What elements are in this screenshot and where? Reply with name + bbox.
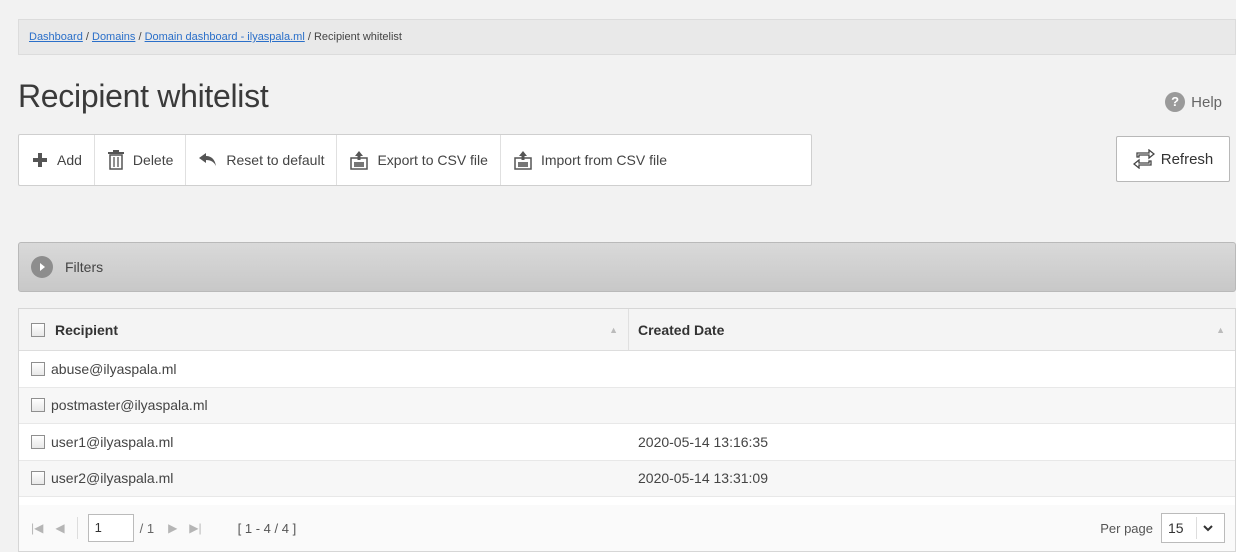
expand-arrow-icon [31, 256, 53, 278]
created-date-cell: 2020-05-14 13:16:35 [638, 433, 768, 450]
undo-arrow-icon [199, 153, 217, 166]
table-header: Recipient ▲ Created Date ▲ [19, 309, 1235, 351]
first-page-icon[interactable]: |◀ [31, 521, 43, 535]
page-title: Recipient whitelist [18, 78, 269, 114]
record-range: [ 1 - 4 / 4 ] [237, 520, 297, 536]
table-row: user2@ilyaspala.ml 2020-05-14 13:31:09 [19, 460, 1235, 497]
next-page-icon[interactable]: ▶ [168, 521, 177, 535]
page-number-input[interactable]: 1 [87, 514, 134, 542]
table-row: abuse@ilyaspala.ml [19, 351, 1235, 388]
breadcrumb-separator: / [304, 31, 314, 43]
sort-icon: ▲ [1216, 324, 1225, 335]
recipient-cell: abuse@ilyaspala.ml [51, 360, 177, 377]
breadcrumb-domains[interactable]: Domains [92, 31, 135, 43]
pager-divider [76, 517, 78, 539]
column-created-date-label: Created Date [638, 321, 725, 338]
export-label: Export to CSV file [377, 152, 488, 168]
select-all-checkbox[interactable] [31, 322, 45, 337]
refresh-label: Refresh [1160, 150, 1214, 168]
pagination-bar: |◀ ◀ 1 / 1 ▶ ▶| [ 1 - 4 / 4 ] Per page 1… [19, 505, 1235, 551]
add-button[interactable]: Add [19, 135, 95, 185]
row-checkbox[interactable] [31, 398, 45, 413]
breadcrumb-current: Recipient whitelist [313, 31, 402, 43]
per-page-value: 15 [1168, 520, 1184, 536]
delete-button[interactable]: Delete [95, 135, 187, 185]
breadcrumb: Dashboard / Domains / Domain dashboard -… [18, 19, 1236, 55]
reset-to-default-button[interactable]: Reset to default [186, 135, 338, 185]
sort-icon: ▲ [609, 324, 618, 335]
per-page-control: Per page 15 [1100, 513, 1225, 543]
breadcrumb-domain-dashboard[interactable]: Domain dashboard - ilyaspala.ml [145, 31, 305, 43]
per-page-select[interactable]: 15 [1161, 513, 1225, 543]
per-page-label: Per page [1100, 520, 1153, 536]
chevron-down-icon [1196, 517, 1218, 539]
recipient-cell: postmaster@ilyaspala.ml [51, 397, 208, 414]
add-label: Add [57, 152, 82, 168]
export-csv-icon [350, 151, 369, 170]
prev-page-icon[interactable]: ◀ [55, 521, 64, 535]
import-label: Import from CSV file [540, 152, 667, 168]
reset-label: Reset to default [226, 152, 325, 168]
last-page-icon[interactable]: ▶| [189, 521, 201, 535]
toolbar: Add Delete Reset to default Export to CS… [18, 134, 812, 186]
row-checkbox[interactable] [31, 434, 45, 449]
row-checkbox[interactable] [31, 471, 45, 486]
page-count: / 1 [139, 520, 155, 536]
import-csv-icon [514, 151, 532, 170]
row-checkbox[interactable] [31, 361, 45, 376]
table-row: postmaster@ilyaspala.ml [19, 387, 1235, 424]
breadcrumb-separator: / [135, 31, 145, 43]
plus-icon [33, 153, 47, 167]
column-recipient[interactable]: Recipient ▲ [19, 309, 629, 350]
refresh-icon [1132, 149, 1155, 169]
filters-label: Filters [65, 259, 104, 275]
recipient-table: Recipient ▲ Created Date ▲ abuse@ilyaspa… [18, 308, 1236, 552]
breadcrumb-dashboard[interactable]: Dashboard [29, 31, 83, 43]
recipient-cell: user2@ilyaspala.ml [51, 470, 174, 487]
recipient-cell: user1@ilyaspala.ml [51, 433, 174, 450]
help-icon: ? [1165, 92, 1186, 112]
column-created-date[interactable]: Created Date ▲ [629, 309, 1235, 350]
help-link[interactable]: ? Help [1165, 92, 1222, 112]
export-csv-button[interactable]: Export to CSV file [337, 135, 501, 185]
breadcrumb-separator: / [82, 31, 92, 43]
refresh-button[interactable]: Refresh [1116, 136, 1230, 182]
delete-label: Delete [132, 152, 174, 168]
trash-icon [107, 150, 124, 170]
help-label: Help [1191, 93, 1222, 111]
column-recipient-label: Recipient [55, 321, 119, 338]
created-date-cell: 2020-05-14 13:31:09 [638, 470, 768, 487]
filters-toggle[interactable]: Filters [18, 242, 1236, 292]
import-csv-button[interactable]: Import from CSV file [501, 135, 679, 185]
table-row: user1@ilyaspala.ml 2020-05-14 13:16:35 [19, 424, 1235, 461]
